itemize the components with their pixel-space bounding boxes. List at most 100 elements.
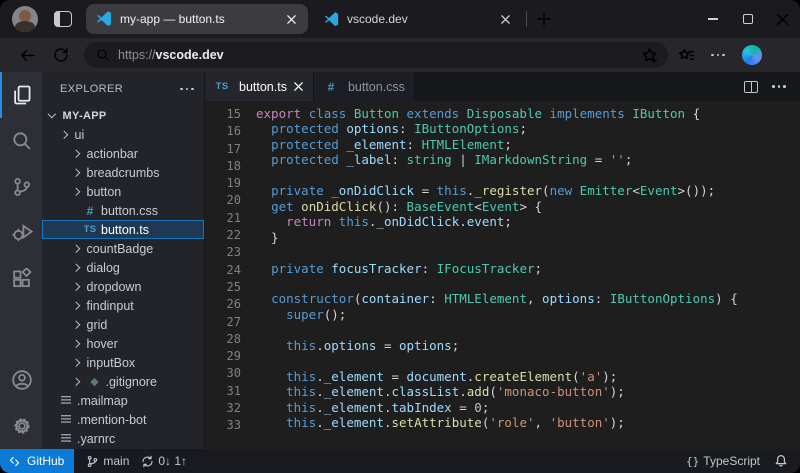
code-line[interactable] <box>256 168 800 183</box>
tab-close-icon[interactable] <box>496 10 514 28</box>
back-button[interactable] <box>14 42 40 68</box>
code-line[interactable] <box>256 322 800 337</box>
tab-actions-icon[interactable] <box>54 11 72 27</box>
sync-indicator[interactable]: 0↓ 1↑ <box>141 454 187 468</box>
browser-titlebar: my-app — button.ts vscode.dev <box>0 0 800 38</box>
line-number[interactable]: 16 <box>205 123 241 140</box>
code-line[interactable]: } <box>256 230 800 245</box>
code-line[interactable]: this._element.setAttribute('role', 'butt… <box>256 415 800 430</box>
tree-item-actionbar[interactable]: actionbar <box>42 144 204 163</box>
tab-close-icon[interactable] <box>282 10 300 28</box>
refresh-button[interactable] <box>48 42 74 68</box>
account-icon[interactable] <box>0 357 42 403</box>
line-number[interactable]: 19 <box>205 175 241 192</box>
editor-tab-button-ts[interactable]: TS button.ts <box>205 72 314 101</box>
tree-item-my-app[interactable]: MY-APP <box>42 106 204 125</box>
tree-item-label: dialog <box>87 261 120 275</box>
line-number[interactable]: 31 <box>205 383 241 400</box>
tree-item-yarnrc[interactable]: .yarnrc <box>42 429 204 448</box>
code-line[interactable]: protected options: IButtonOptions; <box>256 121 800 136</box>
code-line[interactable]: protected _label: string | IMarkdownStri… <box>256 152 800 167</box>
code-line[interactable]: export class Button extends Disposable i… <box>256 106 800 121</box>
notifications-bell-icon[interactable] <box>774 454 788 468</box>
line-number[interactable]: 27 <box>205 314 241 331</box>
line-number[interactable]: 21 <box>205 210 241 227</box>
tree-item-button[interactable]: button <box>42 182 204 201</box>
code-line[interactable]: get onDidClick(): BaseEvent<Event> { <box>256 199 800 214</box>
vscode-workbench: EXPLORER MY-APPuiactionbarbreadcrumbsbut… <box>0 72 800 473</box>
tree-item-ui[interactable]: ui <box>42 125 204 144</box>
tree-item-breadcrumbs[interactable]: breadcrumbs <box>42 163 204 182</box>
line-number[interactable]: 32 <box>205 400 241 417</box>
browser-window: my-app — button.ts vscode.dev <box>0 0 800 473</box>
minimize-button[interactable] <box>695 0 730 38</box>
tree-item-button.ts[interactable]: TSbutton.ts <box>42 220 204 239</box>
line-number[interactable]: 29 <box>205 348 241 365</box>
settings-gear-icon[interactable] <box>0 403 42 449</box>
editor-tab-button-css[interactable]: # button.css <box>314 72 415 101</box>
split-editor-icon[interactable] <box>744 81 758 93</box>
code-line[interactable]: this.options = options; <box>256 338 800 353</box>
new-tab-button[interactable] <box>533 8 555 30</box>
editor-more-icon[interactable] <box>772 85 786 88</box>
code-line[interactable]: return this._onDidClick.event; <box>256 214 800 229</box>
line-number[interactable]: 22 <box>205 227 241 244</box>
line-number[interactable]: 23 <box>205 244 241 261</box>
copilot-icon[interactable] <box>742 45 762 65</box>
address-bar[interactable]: https://vscode.dev <box>84 42 668 68</box>
line-number-gutter[interactable]: 15161718192021222324252627282930313233 <box>205 106 241 449</box>
code-line[interactable]: private focusTracker: IFocusTracker; <box>256 261 800 276</box>
tree-item-dialog[interactable]: dialog <box>42 258 204 277</box>
activity-source-control-icon[interactable] <box>0 164 42 210</box>
tree-item-mention-bot[interactable]: .mention-bot <box>42 410 204 429</box>
line-number[interactable]: 24 <box>205 262 241 279</box>
explorer-more-icon[interactable] <box>180 88 194 91</box>
browser-tab-inactive[interactable]: vscode.dev <box>308 10 520 28</box>
code-line[interactable]: private _onDidClick = this._register(new… <box>256 183 800 198</box>
line-number[interactable]: 17 <box>205 141 241 158</box>
tree-item-hover[interactable]: hover <box>42 334 204 353</box>
tree-item-button.css[interactable]: #button.css <box>42 201 204 220</box>
code-line[interactable]: constructor(container: HTMLElement, opti… <box>256 291 800 306</box>
line-number[interactable]: 26 <box>205 296 241 313</box>
profile-avatar[interactable] <box>12 6 38 32</box>
activity-search-icon[interactable] <box>0 118 42 164</box>
activity-explorer-icon[interactable] <box>0 72 42 118</box>
code-line[interactable]: this._element = document.createElement('… <box>256 369 800 384</box>
editor-tab-close-icon[interactable] <box>293 81 304 92</box>
line-number[interactable]: 15 <box>205 106 241 123</box>
browser-menu-icon[interactable] <box>711 54 726 57</box>
line-number[interactable]: 28 <box>205 331 241 348</box>
close-button[interactable] <box>765 0 800 38</box>
tree-item-findinput[interactable]: findinput <box>42 296 204 315</box>
code-line[interactable] <box>256 353 800 368</box>
tree-item-countbadge[interactable]: countBadge <box>42 239 204 258</box>
tree-item-grid[interactable]: grid <box>42 315 204 334</box>
code-line[interactable] <box>256 276 800 291</box>
tree-item-inputbox[interactable]: inputBox <box>42 353 204 372</box>
code-line[interactable]: this._element.classList.add('monaco-butt… <box>256 384 800 399</box>
browser-tab-active[interactable]: my-app — button.ts <box>86 4 308 34</box>
code-line[interactable]: protected _element: HTMLElement; <box>256 137 800 152</box>
code-line[interactable] <box>256 245 800 260</box>
tree-item-mailmap[interactable]: .mailmap <box>42 391 204 410</box>
activity-extensions-icon[interactable] <box>0 256 42 302</box>
code-editor[interactable]: 15161718192021222324252627282930313233 e… <box>205 101 800 449</box>
activity-run-debug-icon[interactable] <box>0 210 42 256</box>
line-number[interactable]: 20 <box>205 192 241 209</box>
branch-indicator[interactable]: main <box>86 454 129 468</box>
line-number[interactable]: 33 <box>205 417 241 434</box>
tree-item-dropdown[interactable]: dropdown <box>42 277 204 296</box>
line-number[interactable]: 30 <box>205 365 241 382</box>
language-indicator[interactable]: {} TypeScript <box>686 454 760 468</box>
code-content[interactable]: export class Button extends Disposable i… <box>241 106 800 449</box>
code-line[interactable]: super(); <box>256 307 800 322</box>
line-number[interactable]: 18 <box>205 158 241 175</box>
maximize-button[interactable] <box>730 0 765 38</box>
line-number[interactable]: 25 <box>205 279 241 296</box>
tree-item-gitignore[interactable]: ◆.gitignore <box>42 372 204 391</box>
code-line[interactable]: this._element.tabIndex = 0; <box>256 400 800 415</box>
add-favorite-icon[interactable] <box>641 47 658 64</box>
remote-indicator[interactable]: GitHub <box>0 449 74 473</box>
favorites-icon[interactable] <box>678 47 695 64</box>
